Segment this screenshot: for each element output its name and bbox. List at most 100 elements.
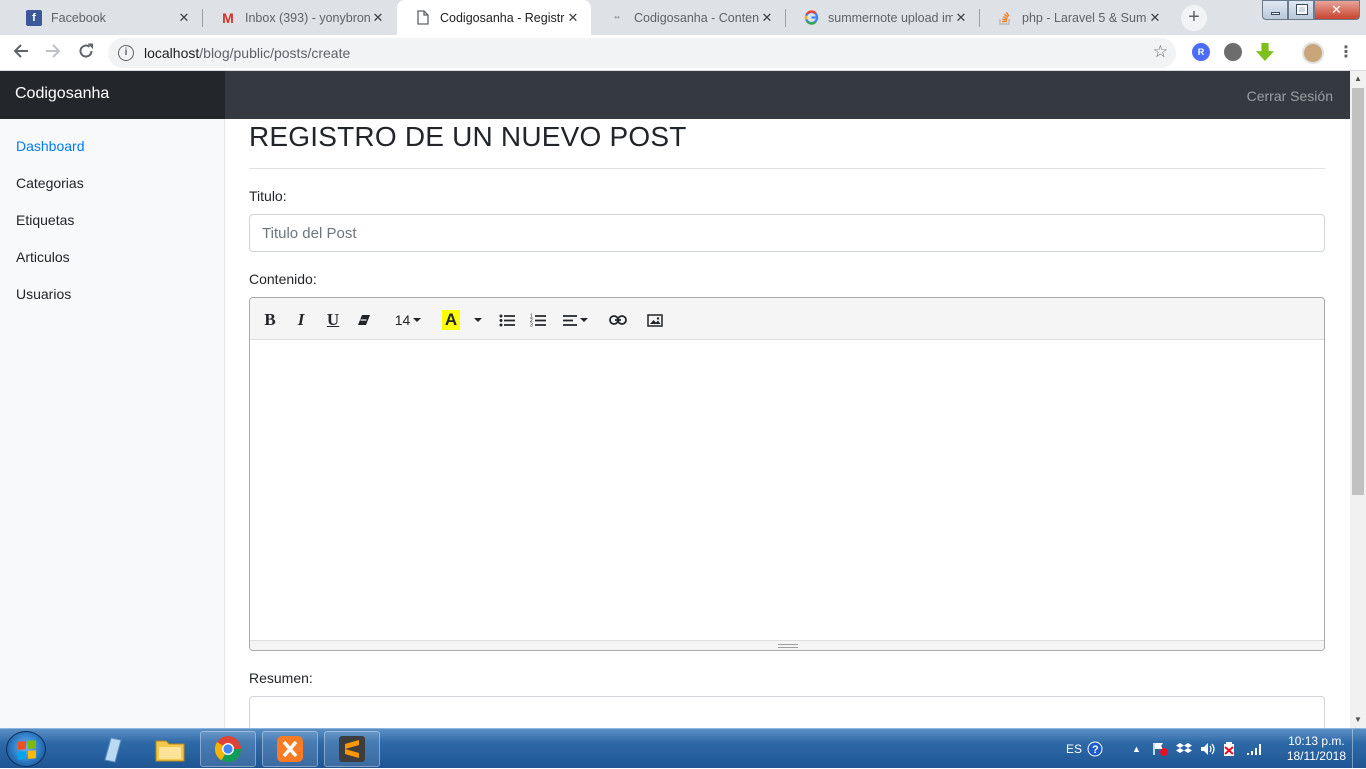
- help-icon[interactable]: ?: [1087, 729, 1103, 769]
- gmail-icon: M: [222, 9, 234, 26]
- action-center-icon[interactable]: [1152, 729, 1168, 769]
- close-icon[interactable]: ✕: [565, 10, 581, 26]
- scroll-up-icon[interactable]: ▲: [1350, 71, 1366, 87]
- tab-contenido[interactable]: •• Codigosanha - Contenid ✕: [591, 0, 785, 35]
- browser-toolbar: i localhost/blog/public/posts/create ☆ R…: [0, 35, 1366, 71]
- sidebar-item-categorias[interactable]: Categorias: [16, 175, 84, 191]
- dropbox-icon[interactable]: [1176, 729, 1192, 769]
- tab-title: Inbox (393) - yonybrond: [245, 10, 370, 25]
- clock-date: 18/11/2018: [1286, 749, 1346, 763]
- extension-gear-icon[interactable]: [1224, 43, 1242, 61]
- editor-resize-handle[interactable]: [250, 640, 1324, 650]
- sublime-text-icon[interactable]: [324, 731, 380, 767]
- document-icon: [415, 10, 431, 26]
- unordered-list-icon[interactable]: [498, 310, 516, 330]
- profile-avatar[interactable]: [1302, 42, 1324, 64]
- bold-button[interactable]: B: [262, 310, 278, 330]
- reload-icon[interactable]: [74, 41, 98, 65]
- bookmark-star-icon[interactable]: ☆: [1153, 42, 1168, 62]
- sidebar-item-articulos[interactable]: Articulos: [16, 249, 70, 265]
- title-divider: [249, 168, 1325, 169]
- close-icon[interactable]: ✕: [1147, 10, 1163, 26]
- scroll-down-icon[interactable]: ▼: [1350, 712, 1366, 728]
- maximize-button[interactable]: [1288, 0, 1314, 20]
- close-icon[interactable]: ✕: [759, 10, 775, 26]
- paragraph-align-dropdown[interactable]: [560, 310, 590, 330]
- resumen-label: Resumen:: [249, 670, 313, 686]
- tab-title: php - Laravel 5 & Summ: [1022, 10, 1147, 25]
- minimize-button[interactable]: [1262, 0, 1288, 20]
- logout-link[interactable]: Cerrar Sesión: [1247, 88, 1333, 104]
- svg-text:?: ?: [1092, 744, 1099, 756]
- windows-taskbar: ES ? ▲ 10:13 p.m. 18/11/2018: [0, 728, 1366, 769]
- sidebar-item-dashboard[interactable]: Dashboard: [16, 138, 85, 154]
- back-arrow-icon[interactable]: [9, 41, 33, 65]
- browser-tabstrip: f Facebook ✕ M Inbox (393) - yonybrond ✕…: [0, 0, 1366, 35]
- show-desktop-button[interactable]: [1352, 729, 1366, 769]
- ordered-list-icon[interactable]: 123: [529, 310, 547, 330]
- pinned-app-icon[interactable]: [84, 731, 140, 767]
- svg-text:3: 3: [530, 323, 533, 328]
- menu-dots-icon[interactable]: ⋮: [1334, 41, 1358, 65]
- close-icon: ✕: [1331, 2, 1342, 17]
- text-color-button[interactable]: A: [442, 310, 460, 330]
- extension-r-icon[interactable]: R: [1192, 43, 1210, 61]
- restore-icon: [1296, 4, 1308, 15]
- address-bar[interactable]: i localhost/blog/public/posts/create ☆: [108, 38, 1176, 68]
- tray-language[interactable]: ES: [1066, 729, 1082, 769]
- show-hidden-icons[interactable]: ▲: [1132, 729, 1141, 769]
- font-size-dropdown[interactable]: 14: [392, 310, 424, 330]
- titulo-input[interactable]: [249, 214, 1325, 252]
- eraser-icon[interactable]: [356, 310, 372, 330]
- tab-facebook[interactable]: f Facebook ✕: [8, 0, 202, 35]
- picture-icon[interactable]: [646, 310, 664, 330]
- tab-title: Facebook: [51, 10, 106, 25]
- page-scrollbar[interactable]: ▲ ▼: [1350, 71, 1366, 728]
- resumen-textarea[interactable]: [249, 696, 1325, 728]
- tab-stackoverflow[interactable]: php - Laravel 5 & Summ ✕: [979, 0, 1173, 35]
- italic-button[interactable]: I: [294, 310, 308, 330]
- scroll-thumb[interactable]: [1352, 88, 1364, 495]
- tab-title: Codigosanha - Registro: [440, 10, 565, 25]
- info-icon[interactable]: i: [118, 45, 134, 61]
- url-host: localhost: [144, 45, 200, 61]
- start-button[interactable]: [6, 731, 46, 767]
- sidebar-item-etiquetas[interactable]: Etiquetas: [16, 212, 74, 228]
- close-window-button[interactable]: ✕: [1314, 0, 1360, 20]
- tab-registro[interactable]: Codigosanha - Registro ✕: [397, 0, 591, 35]
- close-icon[interactable]: ✕: [370, 10, 386, 26]
- close-icon[interactable]: ✕: [953, 10, 969, 26]
- xampp-icon[interactable]: [262, 731, 318, 767]
- taskbar-clock[interactable]: 10:13 p.m. 18/11/2018: [1287, 734, 1346, 764]
- align-left-icon: [562, 314, 577, 326]
- editor-toolbar: B I U 14 A 123: [250, 298, 1324, 340]
- brand-link[interactable]: Codigosanha: [15, 85, 109, 103]
- editor-content-area[interactable]: [250, 340, 1324, 640]
- download-extension-icon[interactable]: [1256, 43, 1274, 61]
- volume-icon[interactable]: [1200, 729, 1216, 769]
- chrome-taskbar-icon[interactable]: [200, 731, 256, 767]
- loading-icon: ••: [614, 13, 620, 22]
- tab-gmail[interactable]: M Inbox (393) - yonybrond ✕: [202, 0, 396, 35]
- network-signal-icon[interactable]: [1246, 729, 1262, 769]
- power-icon[interactable]: [1222, 729, 1236, 769]
- tab-summernote-search[interactable]: summernote upload ima ✕: [785, 0, 979, 35]
- underline-button[interactable]: U: [324, 310, 342, 330]
- google-icon: [803, 10, 819, 26]
- close-icon[interactable]: ✕: [176, 10, 192, 26]
- new-tab-button[interactable]: +: [1181, 5, 1207, 31]
- font-size-value: 14: [394, 312, 411, 328]
- forward-arrow-icon[interactable]: [41, 41, 65, 65]
- sidebar: Dashboard Categorias Etiquetas Articulos…: [0, 119, 225, 728]
- file-explorer-icon[interactable]: [142, 731, 198, 767]
- link-icon[interactable]: [608, 310, 628, 330]
- contenido-label: Contenido:: [249, 271, 317, 287]
- sidebar-item-usuarios[interactable]: Usuarios: [16, 286, 71, 302]
- color-dropdown-button[interactable]: [470, 310, 482, 330]
- tab-title: Codigosanha - Contenid: [634, 10, 759, 25]
- url-path: /blog/public/posts/create: [199, 45, 351, 61]
- titulo-label: Titulo:: [249, 188, 287, 204]
- url-text: localhost/blog/public/posts/create: [144, 45, 350, 61]
- stackoverflow-icon: [997, 10, 1013, 26]
- minimize-icon: [1271, 12, 1280, 15]
